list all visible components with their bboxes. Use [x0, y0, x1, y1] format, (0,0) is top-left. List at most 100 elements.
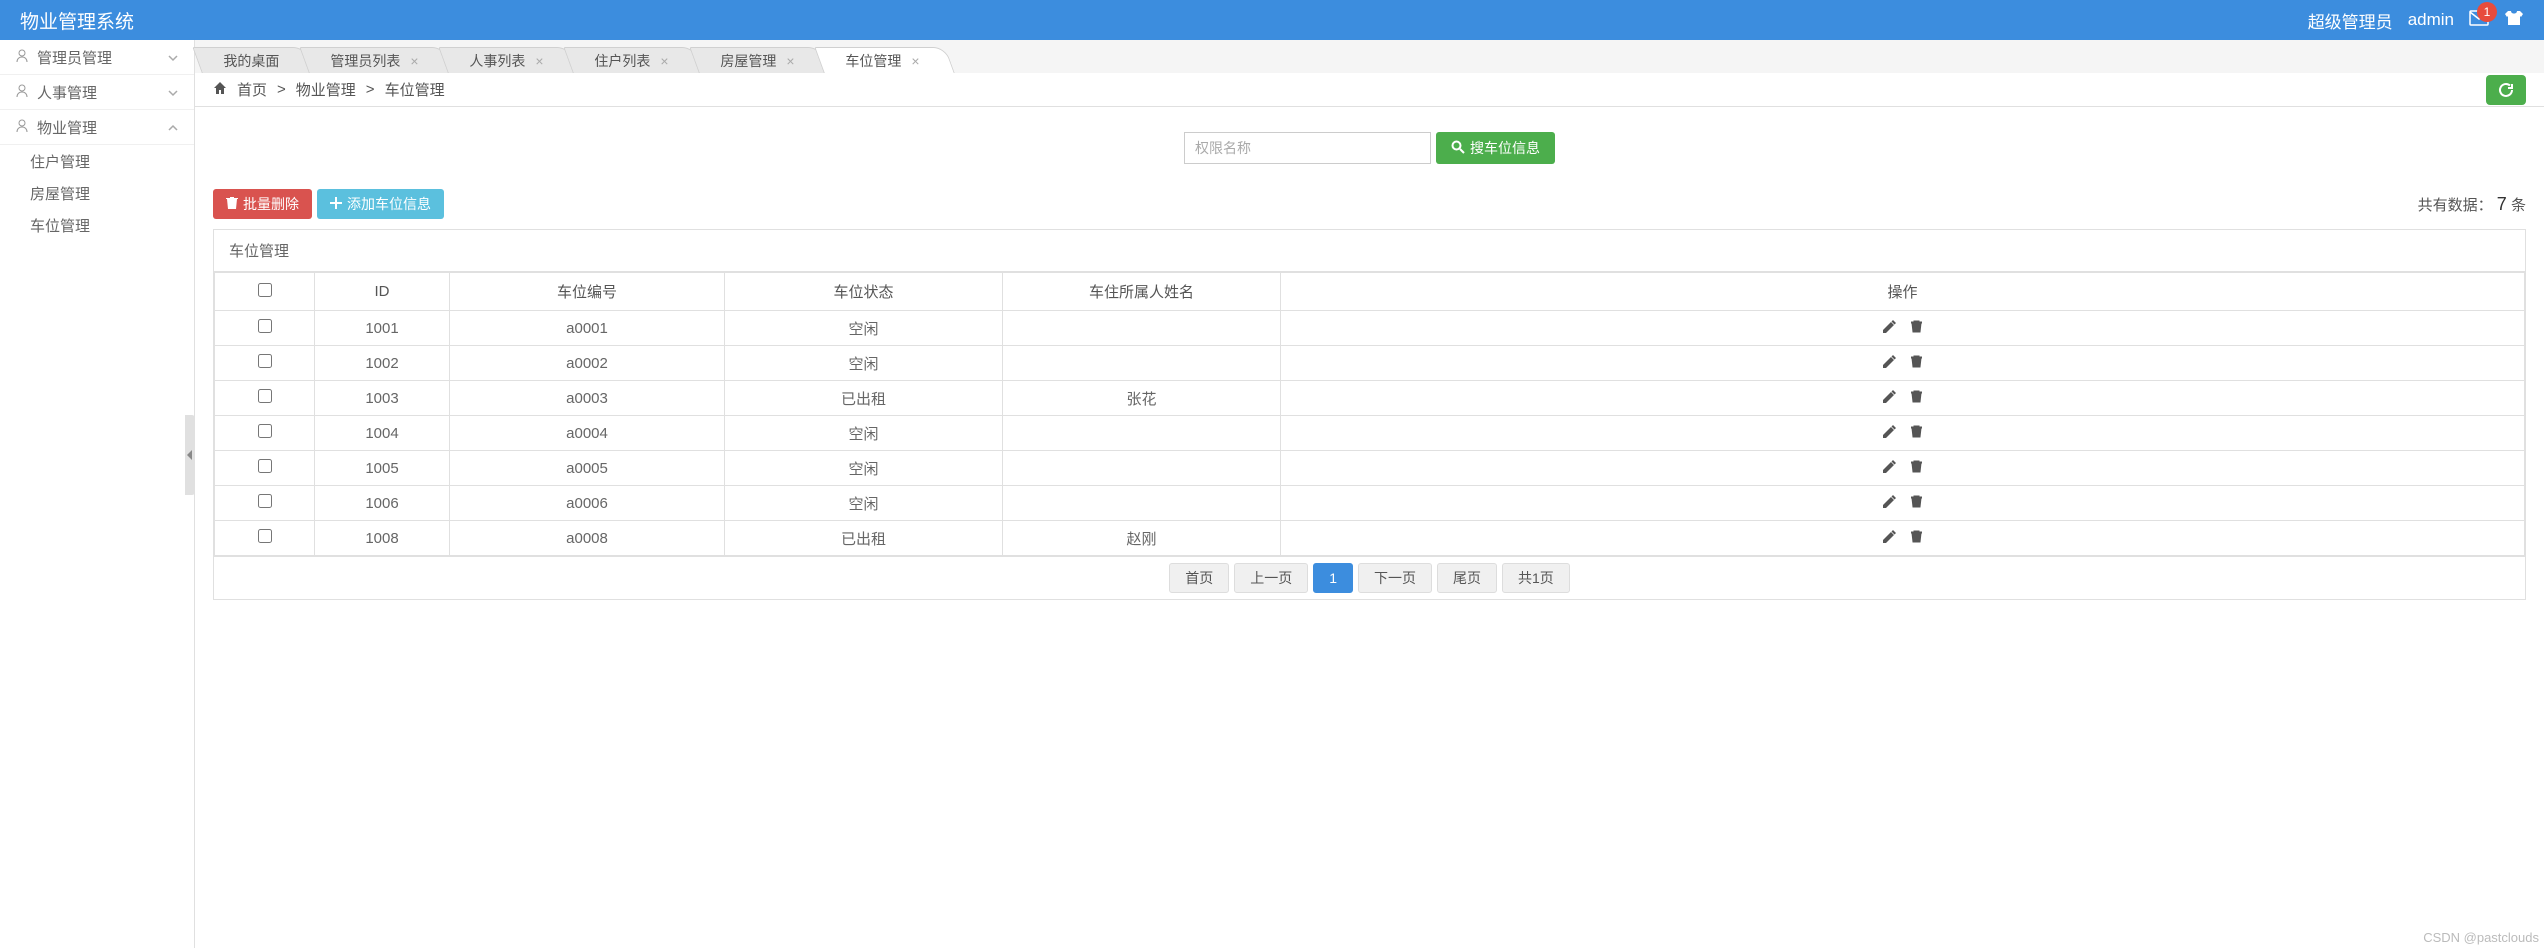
cell-status: 已出租 [725, 381, 1003, 416]
tab-label: 人事列表 [469, 51, 525, 71]
close-icon[interactable]: × [535, 53, 543, 69]
table-row: 1002 a0002 空闲 [215, 346, 2525, 381]
cell-code: a0003 [450, 381, 725, 416]
sidebar-sub-parking[interactable]: 车位管理 [0, 209, 194, 241]
row-checkbox[interactable] [258, 459, 272, 473]
close-icon[interactable]: × [786, 53, 794, 69]
delete-icon[interactable] [1911, 530, 1922, 547]
edit-icon[interactable] [1883, 460, 1896, 477]
cell-code: a0004 [450, 416, 725, 451]
tab-label: 房屋管理 [720, 51, 776, 71]
cell-status: 空闲 [725, 416, 1003, 451]
cell-id: 1002 [315, 346, 450, 381]
delete-icon[interactable] [1911, 355, 1922, 372]
close-icon[interactable]: × [410, 53, 418, 69]
tab[interactable]: 人事列表 × [438, 47, 579, 73]
breadcrumb-path2: 车位管理 [385, 79, 445, 100]
tab-label: 住户列表 [595, 51, 651, 71]
cell-actions [1281, 311, 2525, 346]
table-row: 1005 a0005 空闲 [215, 451, 2525, 486]
page-first[interactable]: 首页 [1169, 563, 1229, 593]
table-row: 1003 a0003 已出租 张花 [215, 381, 2525, 416]
delete-icon[interactable] [1911, 425, 1922, 442]
sidebar-sub-house[interactable]: 房屋管理 [0, 177, 194, 209]
sidebar-collapse-handle[interactable] [185, 415, 195, 495]
chevron-down-icon [167, 84, 179, 101]
batch-delete-button[interactable]: 批量删除 [213, 189, 312, 219]
cell-owner [1003, 451, 1281, 486]
edit-icon[interactable] [1883, 390, 1896, 407]
row-checkbox[interactable] [258, 319, 272, 333]
row-checkbox[interactable] [258, 529, 272, 543]
mail-icon[interactable]: 1 [2469, 10, 2489, 31]
page-next[interactable]: 下一页 [1358, 563, 1432, 593]
breadcrumb-path1[interactable]: 物业管理 [296, 79, 356, 100]
row-checkbox[interactable] [258, 354, 272, 368]
delete-icon[interactable] [1911, 320, 1922, 337]
cell-actions [1281, 521, 2525, 556]
user-role: 超级管理员 [2308, 8, 2393, 33]
cell-code: a0002 [450, 346, 725, 381]
tab[interactable]: 我的桌面 [192, 47, 314, 73]
breadcrumb-bar: 首页 > 物业管理 > 车位管理 [195, 73, 2544, 107]
th-check [215, 273, 315, 311]
search-input[interactable] [1184, 132, 1431, 164]
edit-icon[interactable] [1883, 425, 1896, 442]
delete-icon[interactable] [1911, 390, 1922, 407]
add-parking-button[interactable]: 添加车位信息 [317, 189, 444, 219]
cell-code: a0008 [450, 521, 725, 556]
app-header: 物业管理系统 超级管理员 admin 1 [0, 0, 2544, 40]
content-area: 搜车位信息 批量删除 添加车位信息 共有数据： 7 [195, 107, 2544, 948]
chevron-up-icon [167, 119, 179, 136]
edit-icon[interactable] [1883, 320, 1896, 337]
search-button[interactable]: 搜车位信息 [1436, 132, 1555, 164]
cell-status: 空闲 [725, 311, 1003, 346]
sidebar-label: 人事管理 [37, 85, 97, 102]
breadcrumb-home[interactable]: 首页 [237, 79, 267, 100]
page-prev[interactable]: 上一页 [1234, 563, 1308, 593]
tab[interactable]: 住户列表 × [564, 47, 705, 73]
delete-icon[interactable] [1911, 495, 1922, 512]
cell-owner [1003, 486, 1281, 521]
th-code: 车位编号 [450, 273, 725, 311]
row-checkbox[interactable] [258, 389, 272, 403]
main-content: 我的桌面管理员列表×人事列表×住户列表×房屋管理×车位管理× 首页 > 物业管理… [195, 40, 2544, 948]
delete-icon[interactable] [1911, 460, 1922, 477]
cell-actions [1281, 486, 2525, 521]
chevron-down-icon [167, 49, 179, 66]
cell-id: 1001 [315, 311, 450, 346]
edit-icon[interactable] [1883, 495, 1896, 512]
cell-id: 1008 [315, 521, 450, 556]
search-icon [1451, 140, 1465, 157]
th-id: ID [315, 273, 450, 311]
cell-id: 1004 [315, 416, 450, 451]
sidebar-item-property[interactable]: 物业管理 [0, 110, 194, 145]
pagination: 首页 上一页 1 下一页 尾页 共1页 [213, 557, 2526, 600]
breadcrumb: 首页 > 物业管理 > 车位管理 [213, 79, 445, 100]
sidebar-item-admin[interactable]: 管理员管理 [0, 40, 194, 75]
tab[interactable]: 管理员列表× [299, 47, 454, 73]
tshirt-icon[interactable] [2504, 9, 2524, 32]
home-icon[interactable] [213, 81, 227, 99]
sidebar-sub-resident[interactable]: 住户管理 [0, 145, 194, 177]
row-checkbox[interactable] [258, 494, 272, 508]
watermark: CSDN @pastclouds [2423, 930, 2539, 945]
select-all-checkbox[interactable] [258, 283, 272, 297]
cell-owner [1003, 311, 1281, 346]
close-icon[interactable]: × [911, 53, 919, 69]
sidebar-item-hr[interactable]: 人事管理 [0, 75, 194, 110]
table-container: 车位管理 ID 车位编号 车位状态 车住所属人姓名 操作 1001 [213, 229, 2526, 557]
user-name[interactable]: admin [2408, 10, 2454, 30]
tab[interactable]: 房屋管理 × [689, 47, 830, 73]
notification-badge: 1 [2477, 2, 2497, 22]
page-current[interactable]: 1 [1313, 563, 1353, 593]
table-title: 车位管理 [214, 230, 2525, 272]
header-right: 超级管理员 admin 1 [2308, 8, 2524, 33]
refresh-button[interactable] [2486, 75, 2526, 105]
page-last[interactable]: 尾页 [1437, 563, 1497, 593]
row-checkbox[interactable] [258, 424, 272, 438]
close-icon[interactable]: × [661, 53, 669, 69]
edit-icon[interactable] [1883, 355, 1896, 372]
tab[interactable]: 车位管理× [814, 47, 955, 73]
edit-icon[interactable] [1883, 530, 1896, 547]
